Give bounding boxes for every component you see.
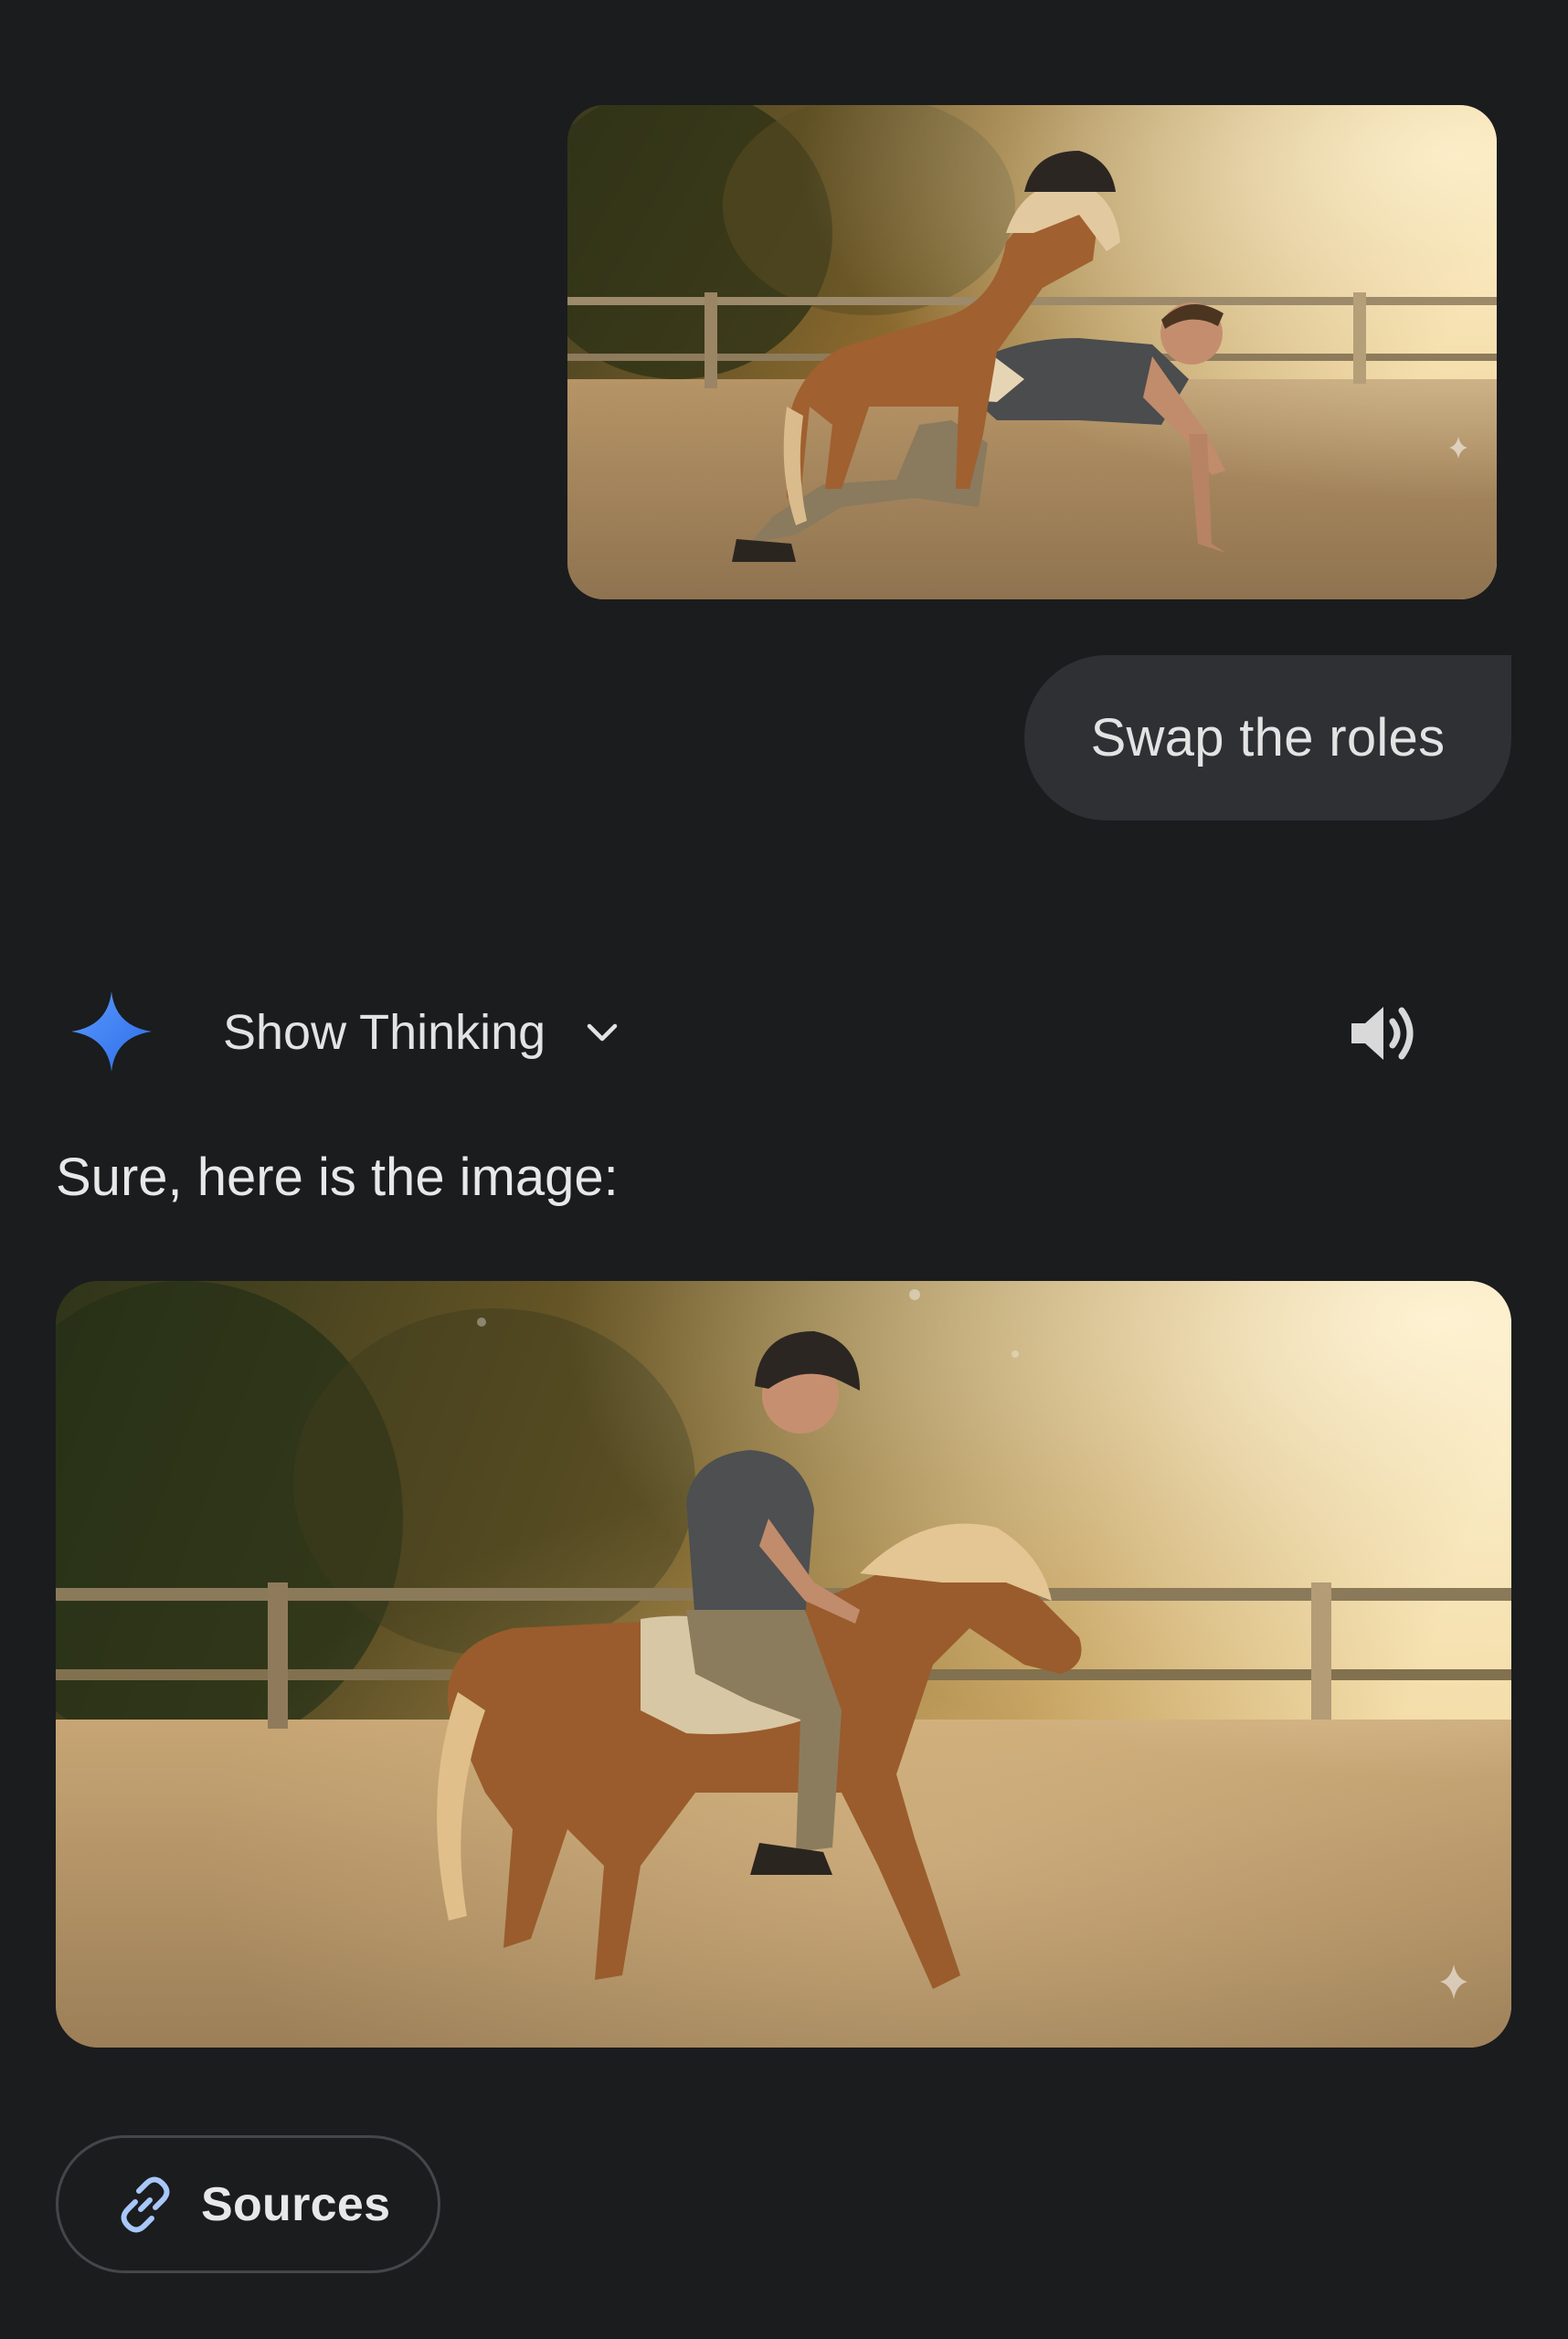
show-thinking-toggle[interactable]: Show Thinking <box>223 996 622 1069</box>
generated-image[interactable] <box>56 1281 1511 2048</box>
generated-image-art <box>56 1281 1511 2048</box>
user-message-bubble: Swap the roles <box>1024 655 1511 820</box>
response-text: Sure, here is the image: <box>56 1148 619 1207</box>
sparkle-icon <box>71 991 152 1072</box>
read-aloud-button[interactable] <box>1349 1001 1422 1065</box>
user-image-art <box>567 105 1497 599</box>
show-thinking-label: Show Thinking <box>223 1005 546 1060</box>
link-icon <box>121 2176 170 2232</box>
speaker-icon <box>1351 1007 1414 1060</box>
chevron-down-icon <box>587 1023 618 1042</box>
user-uploaded-image[interactable] <box>567 105 1497 599</box>
user-message-text: Swap the roles <box>1090 708 1446 767</box>
sources-label: Sources <box>201 2177 391 2231</box>
sources-button[interactable]: Sources <box>56 2135 440 2273</box>
